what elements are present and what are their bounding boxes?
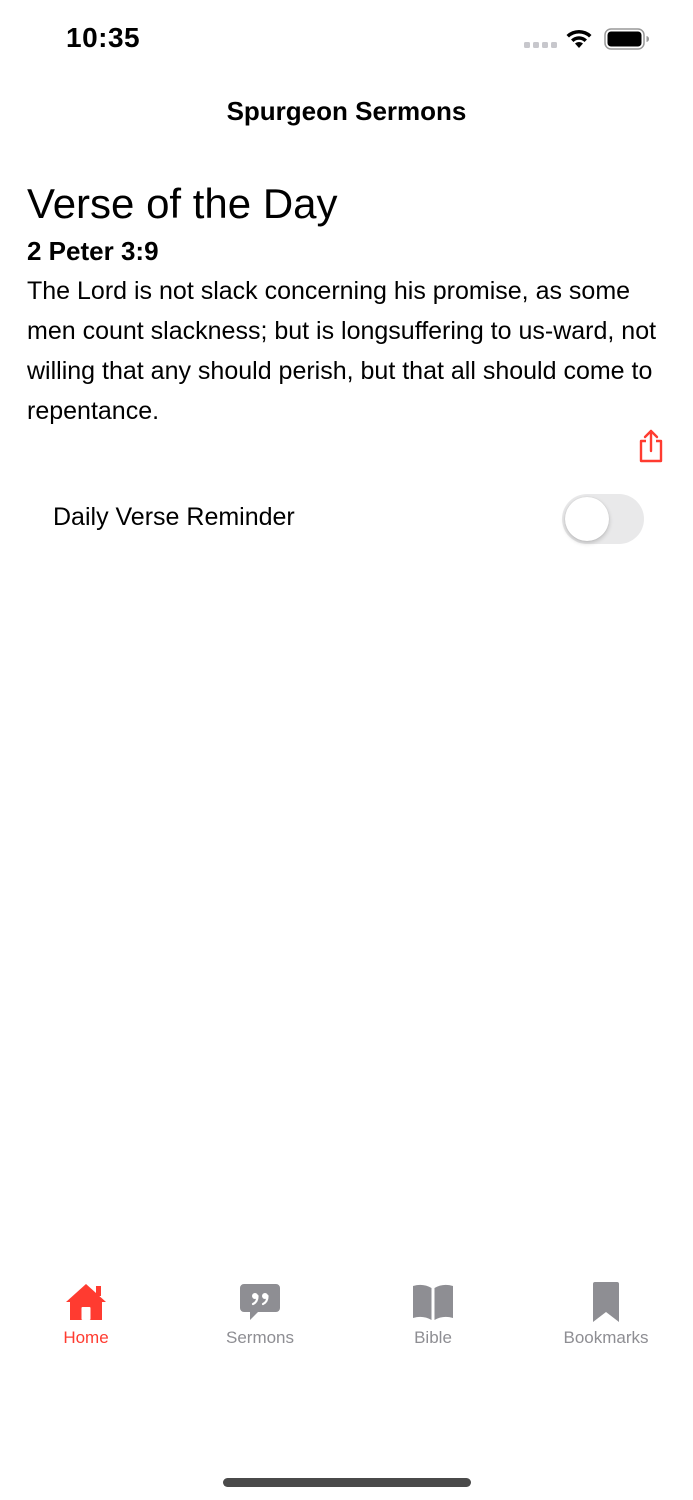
share-icon [639, 429, 663, 463]
quote-bubble-icon [240, 1284, 280, 1320]
verse-reference: 2 Peter 3:9 [27, 236, 159, 266]
tab-home[interactable]: Home [16, 1270, 156, 1360]
tab-bible[interactable]: Bible [363, 1270, 503, 1360]
tab-label-bookmarks: Bookmarks [563, 1328, 649, 1347]
tab-sermons[interactable]: Sermons [190, 1270, 330, 1360]
status-time: 10:35 [66, 22, 141, 53]
home-indicator [223, 1478, 471, 1487]
house-icon [66, 1284, 106, 1320]
tab-bar: Home Sermons Bible Bookmarks [0, 1270, 693, 1360]
status-bar: 10:35 [0, 0, 693, 80]
open-book-icon [413, 1284, 453, 1320]
daily-verse-reminder-toggle[interactable] [562, 494, 644, 544]
toggle-knob [565, 497, 609, 541]
bookmark-icon [593, 1282, 619, 1322]
battery-icon [604, 28, 649, 50]
tab-label-home: Home [63, 1328, 109, 1347]
nav-title: Spurgeon Sermons [226, 96, 467, 126]
wifi-icon [566, 29, 592, 48]
tab-label-sermons: Sermons [225, 1328, 295, 1347]
tab-label-bible: Bible [414, 1328, 452, 1347]
screen: 10:35 Spurgeon Sermons Verse of the Day … [0, 0, 693, 1500]
share-button[interactable] [632, 426, 670, 466]
tab-bookmarks[interactable]: Bookmarks [536, 1270, 676, 1360]
daily-verse-reminder-label: Daily Verse Reminder [53, 503, 295, 531]
verse-text: The Lord is not slack concerning his pro… [27, 277, 657, 425]
cellular-signal-icon [524, 42, 557, 48]
verse-of-the-day-heading: Verse of the Day [27, 180, 338, 227]
